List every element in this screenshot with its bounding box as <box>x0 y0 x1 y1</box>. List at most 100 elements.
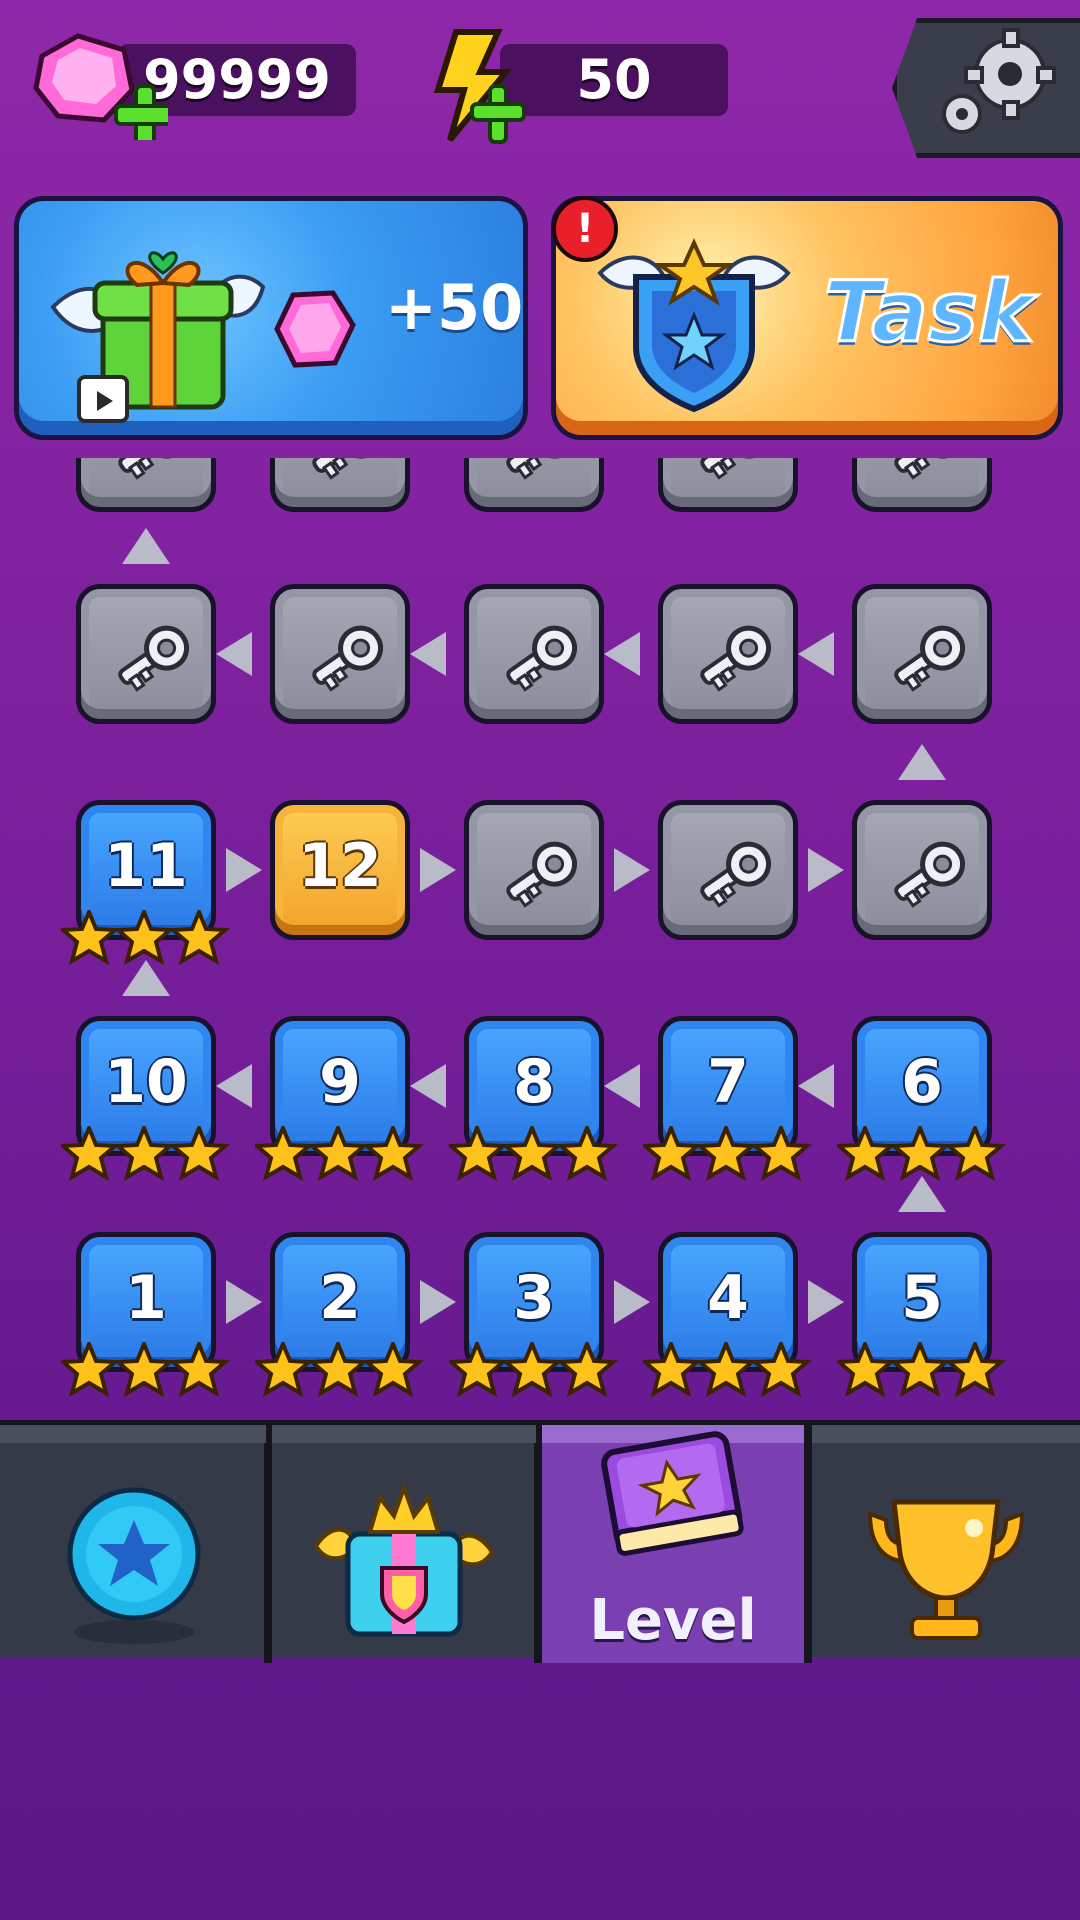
level-number: 11 <box>104 831 188 901</box>
locked-level-tile[interactable] <box>464 800 604 940</box>
tab-top-edge <box>0 1425 266 1443</box>
path-arrow <box>420 848 456 892</box>
star-orb-icon <box>67 1487 201 1644</box>
locked-level-tile[interactable] <box>76 584 216 724</box>
star-icon <box>888 1342 952 1398</box>
path-arrow <box>410 632 446 676</box>
star-rating <box>61 1126 231 1182</box>
locked-level-tile[interactable] <box>270 458 410 512</box>
winged-badge-icon <box>597 238 791 413</box>
path-arrow <box>798 632 834 676</box>
task-banner[interactable]: Task <box>551 196 1063 440</box>
star-rating <box>449 1342 619 1398</box>
star-icon <box>167 1342 231 1398</box>
level-number: 5 <box>901 1263 943 1333</box>
star-icon <box>167 910 231 966</box>
level-number: 9 <box>319 1047 361 1117</box>
nav-divider <box>264 1425 272 1663</box>
path-arrow <box>122 528 170 564</box>
key-icon <box>118 458 190 480</box>
star-rating <box>255 1342 425 1398</box>
star-icon <box>749 1126 813 1182</box>
level-number: 7 <box>707 1047 749 1117</box>
key-icon <box>894 625 966 692</box>
locked-level-tile[interactable] <box>852 584 992 724</box>
star-icon <box>167 1126 231 1182</box>
locked-level-tile[interactable] <box>852 458 992 512</box>
star-icon <box>643 1342 703 1398</box>
star-icon <box>943 1342 1007 1398</box>
star-rating <box>255 1126 425 1182</box>
star-icon <box>555 1342 619 1398</box>
star-rating <box>449 1126 619 1182</box>
star-rating <box>837 1342 1007 1398</box>
locked-level-tile[interactable] <box>270 584 410 724</box>
star-icon <box>112 1342 176 1398</box>
star-icon <box>255 1342 315 1398</box>
level-number: 12 <box>298 831 382 901</box>
path-arrow <box>898 744 946 780</box>
key-icon <box>700 625 772 692</box>
nav-divider <box>534 1425 542 1663</box>
gem-plus-icon[interactable] <box>28 28 168 140</box>
star-icon <box>694 1126 758 1182</box>
reward-amount: +50 <box>385 271 524 344</box>
book-icon <box>601 1431 744 1556</box>
star-icon <box>500 1126 564 1182</box>
star-rating <box>61 910 231 966</box>
path-arrow <box>798 1064 834 1108</box>
star-rating <box>643 1126 813 1182</box>
path-arrow <box>808 1280 844 1324</box>
locked-level-tile[interactable] <box>658 800 798 940</box>
path-arrow <box>226 848 262 892</box>
gear-icon <box>942 28 1056 134</box>
tab-shop[interactable] <box>272 1430 536 1663</box>
path-arrow <box>604 632 640 676</box>
locked-level-tile[interactable] <box>658 584 798 724</box>
star-icon <box>694 1342 758 1398</box>
star-icon <box>888 1126 952 1182</box>
nav-divider <box>804 1425 812 1663</box>
energy-plus-icon[interactable] <box>422 28 534 144</box>
free-gems-ad-banner[interactable]: +50 <box>14 196 528 440</box>
star-icon <box>449 1126 509 1182</box>
key-icon <box>506 841 578 908</box>
level-number: 6 <box>901 1047 943 1117</box>
star-icon <box>361 1126 425 1182</box>
locked-level-tile[interactable] <box>852 800 992 940</box>
tab-top-edge <box>812 1425 1080 1443</box>
current-level-tile[interactable]: 12 <box>270 800 410 940</box>
bottom-nav-bar: Level <box>0 1420 1080 1663</box>
tab-trophy[interactable] <box>812 1430 1080 1663</box>
star-rating <box>643 1342 813 1398</box>
path-arrow <box>808 848 844 892</box>
locked-level-tile[interactable] <box>76 458 216 512</box>
level-number: 4 <box>707 1263 749 1333</box>
task-label: Task <box>823 262 1036 363</box>
path-arrow <box>216 1064 252 1108</box>
key-icon <box>894 458 966 480</box>
level-number: 1 <box>125 1263 167 1333</box>
gem-icon <box>274 290 356 368</box>
star-icon <box>61 910 121 966</box>
key-icon <box>894 841 966 908</box>
star-icon <box>361 1342 425 1398</box>
star-icon <box>643 1126 703 1182</box>
partial-level-row <box>0 458 1080 514</box>
star-icon <box>555 1126 619 1182</box>
task-alert-badge: ! <box>552 196 618 262</box>
level-number: 10 <box>104 1047 188 1117</box>
trophy-icon <box>867 1499 1025 1640</box>
energy-count: 50 <box>576 48 652 111</box>
level-number: 2 <box>319 1263 361 1333</box>
locked-level-tile[interactable] <box>464 584 604 724</box>
path-arrow <box>420 1280 456 1324</box>
star-icon <box>837 1342 897 1398</box>
locked-level-tile[interactable] <box>464 458 604 512</box>
path-arrow <box>614 1280 650 1324</box>
locked-level-tile[interactable] <box>658 458 798 512</box>
path-arrow <box>410 1064 446 1108</box>
key-icon <box>506 625 578 692</box>
tab-home[interactable] <box>0 1430 266 1663</box>
key-icon <box>700 841 772 908</box>
